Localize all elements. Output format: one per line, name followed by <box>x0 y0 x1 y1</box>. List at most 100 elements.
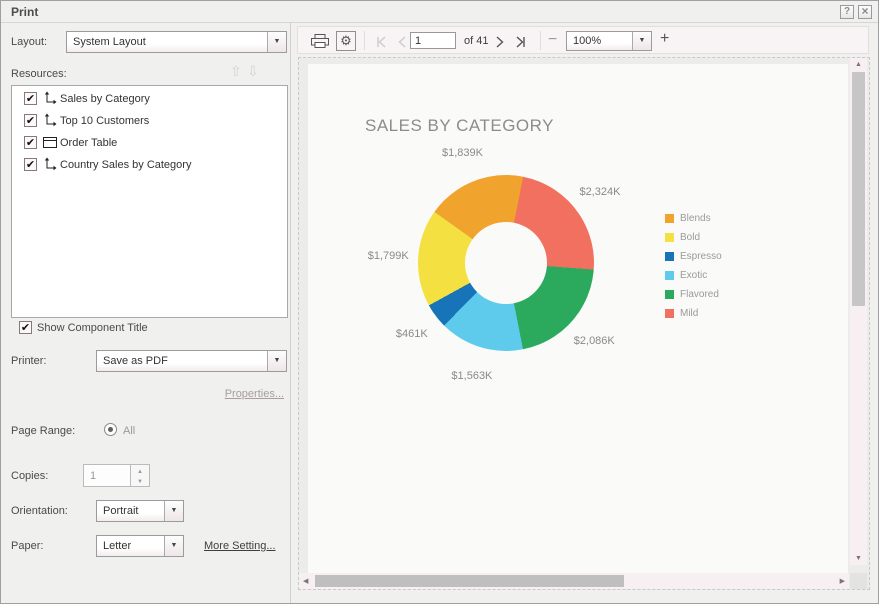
resource-checkbox[interactable]: ✔ <box>24 114 37 127</box>
toolbar-divider <box>540 31 541 50</box>
scrollbar-corner <box>850 573 867 589</box>
arrow-down-icon: ⇩ <box>247 63 259 79</box>
zoom-select-value: 100% <box>573 35 601 47</box>
spinner-down-icon: ▼ <box>131 477 149 487</box>
check-icon: ✔ <box>26 159 35 171</box>
first-page-icon <box>374 36 388 48</box>
scroll-right-icon[interactable]: ▶ <box>840 577 845 585</box>
properties-link[interactable]: Properties... <box>225 388 284 400</box>
resource-checkbox[interactable]: ✔ <box>24 92 37 105</box>
vertical-scrollbar[interactable]: ▲ ▼ <box>850 58 867 565</box>
legend-item: Flavored <box>665 286 722 305</box>
print-button[interactable] <box>310 33 330 54</box>
copies-stepper[interactable]: ▲ ▼ <box>131 464 150 487</box>
table-icon <box>43 137 57 148</box>
scroll-up-icon[interactable]: ▲ <box>850 61 867 68</box>
printer-label: Printer: <box>11 355 46 367</box>
radio-dot-icon <box>108 427 113 432</box>
preview-toolbar: ⚙ of 41 − 100% ▼ + <box>297 26 869 54</box>
paper-select-value: Letter <box>103 540 131 552</box>
paper-select[interactable]: Letter ▼ <box>96 535 184 557</box>
legend-label: Blends <box>680 213 711 224</box>
orientation-select-value: Portrait <box>103 505 138 517</box>
legend-label: Bold <box>680 232 700 243</box>
horizontal-scrollbar[interactable]: ◀ ▶ <box>299 573 849 589</box>
help-button[interactable]: ? <box>840 5 854 19</box>
resource-label: Top 10 Customers <box>60 115 149 127</box>
next-page-button[interactable] <box>494 35 506 53</box>
print-dialog: Print ? × Layout: System Layout ▼ Resour… <box>0 0 879 604</box>
layout-select[interactable]: System Layout ▼ <box>66 31 287 53</box>
scroll-left-icon[interactable]: ◀ <box>303 577 308 585</box>
chart-axis-icon <box>43 113 57 127</box>
last-page-button[interactable] <box>514 35 528 53</box>
first-page-button[interactable] <box>374 35 388 53</box>
resource-list-item[interactable]: ✔Sales by Category <box>12 86 287 108</box>
chart-legend: Blends Bold Espresso Exotic Flavored Mild <box>665 210 722 324</box>
check-icon: ✔ <box>26 115 35 127</box>
chevron-down-icon: ▼ <box>164 536 183 556</box>
donut-hole <box>465 222 547 304</box>
resource-label: Country Sales by Category <box>60 159 191 171</box>
toolbar-divider <box>364 31 365 50</box>
chevron-down-icon: ▼ <box>632 32 651 50</box>
legend-item: Exotic <box>665 267 722 286</box>
page-total-label: of 41 <box>464 35 488 47</box>
page-number-input[interactable] <box>410 32 456 49</box>
spinner-up-icon: ▲ <box>131 465 149 477</box>
last-page-icon <box>514 36 528 48</box>
printer-select[interactable]: Save as PDF ▼ <box>96 350 287 372</box>
dialog-header: Print ? × <box>1 1 878 23</box>
arrow-up-icon: ⇧ <box>230 63 242 79</box>
vertical-scrollbar-thumb[interactable] <box>852 72 865 306</box>
zoom-in-button[interactable]: + <box>660 31 669 47</box>
resources-listbox[interactable]: ✔Sales by Category✔Top 10 Customers✔Orde… <box>11 85 288 318</box>
more-settings-link[interactable]: More Setting... <box>204 540 276 552</box>
copies-input[interactable] <box>83 464 131 487</box>
horizontal-scrollbar-thumb[interactable] <box>315 575 624 587</box>
legend-label: Exotic <box>680 270 707 281</box>
legend-label: Espresso <box>680 251 722 262</box>
page-range-label: Page Range: <box>11 425 75 437</box>
legend-swatch-icon <box>665 252 674 261</box>
dialog-title: Print <box>11 5 38 19</box>
slice-value-label: $1,563K <box>451 370 492 382</box>
legend-item: Espresso <box>665 248 722 267</box>
close-button[interactable]: × <box>858 5 872 19</box>
plus-icon: + <box>660 30 669 47</box>
resource-list-item[interactable]: ✔ Country Sales by Category <box>12 152 287 174</box>
slice-value-label: $1,799K <box>368 250 409 262</box>
legend-swatch-icon <box>665 214 674 223</box>
show-component-title-checkbox[interactable]: ✔ <box>19 321 32 334</box>
legend-label: Flavored <box>680 289 719 300</box>
resource-checkbox[interactable]: ✔ <box>24 136 37 149</box>
slice-value-label: $2,086K <box>574 335 615 347</box>
move-up-button[interactable]: ⇧ <box>230 63 242 80</box>
chart-axis-icon <box>43 157 57 171</box>
page-range-all-radio[interactable] <box>104 423 117 436</box>
resource-list-item[interactable]: ✔ Order Table <box>12 130 287 152</box>
minus-icon: − <box>548 31 557 48</box>
resource-checkbox[interactable]: ✔ <box>24 158 37 171</box>
legend-swatch-icon <box>665 309 674 318</box>
zoom-select[interactable]: 100% ▼ <box>566 31 652 51</box>
chevron-down-icon: ▼ <box>267 351 286 371</box>
slice-value-label: $2,324K <box>579 186 620 198</box>
orientation-select[interactable]: Portrait ▼ <box>96 500 184 522</box>
previous-page-button[interactable] <box>396 35 408 53</box>
close-icon: × <box>861 4 868 18</box>
chevron-down-icon: ▼ <box>164 501 183 521</box>
help-icon: ? <box>844 6 850 17</box>
chevron-left-icon <box>396 36 408 48</box>
legend-swatch-icon <box>665 290 674 299</box>
scroll-down-icon[interactable]: ▼ <box>850 555 867 562</box>
donut-chart <box>418 175 594 351</box>
legend-label: Mild <box>680 308 698 319</box>
legend-swatch-icon <box>665 233 674 242</box>
move-down-button[interactable]: ⇩ <box>247 63 259 80</box>
zoom-out-button[interactable]: − <box>548 32 557 48</box>
resource-label: Order Table <box>60 137 117 149</box>
resource-list-item[interactable]: ✔ Top 10 Customers <box>12 108 287 130</box>
legend-swatch-icon <box>665 271 674 280</box>
settings-button[interactable]: ⚙ <box>336 31 356 51</box>
